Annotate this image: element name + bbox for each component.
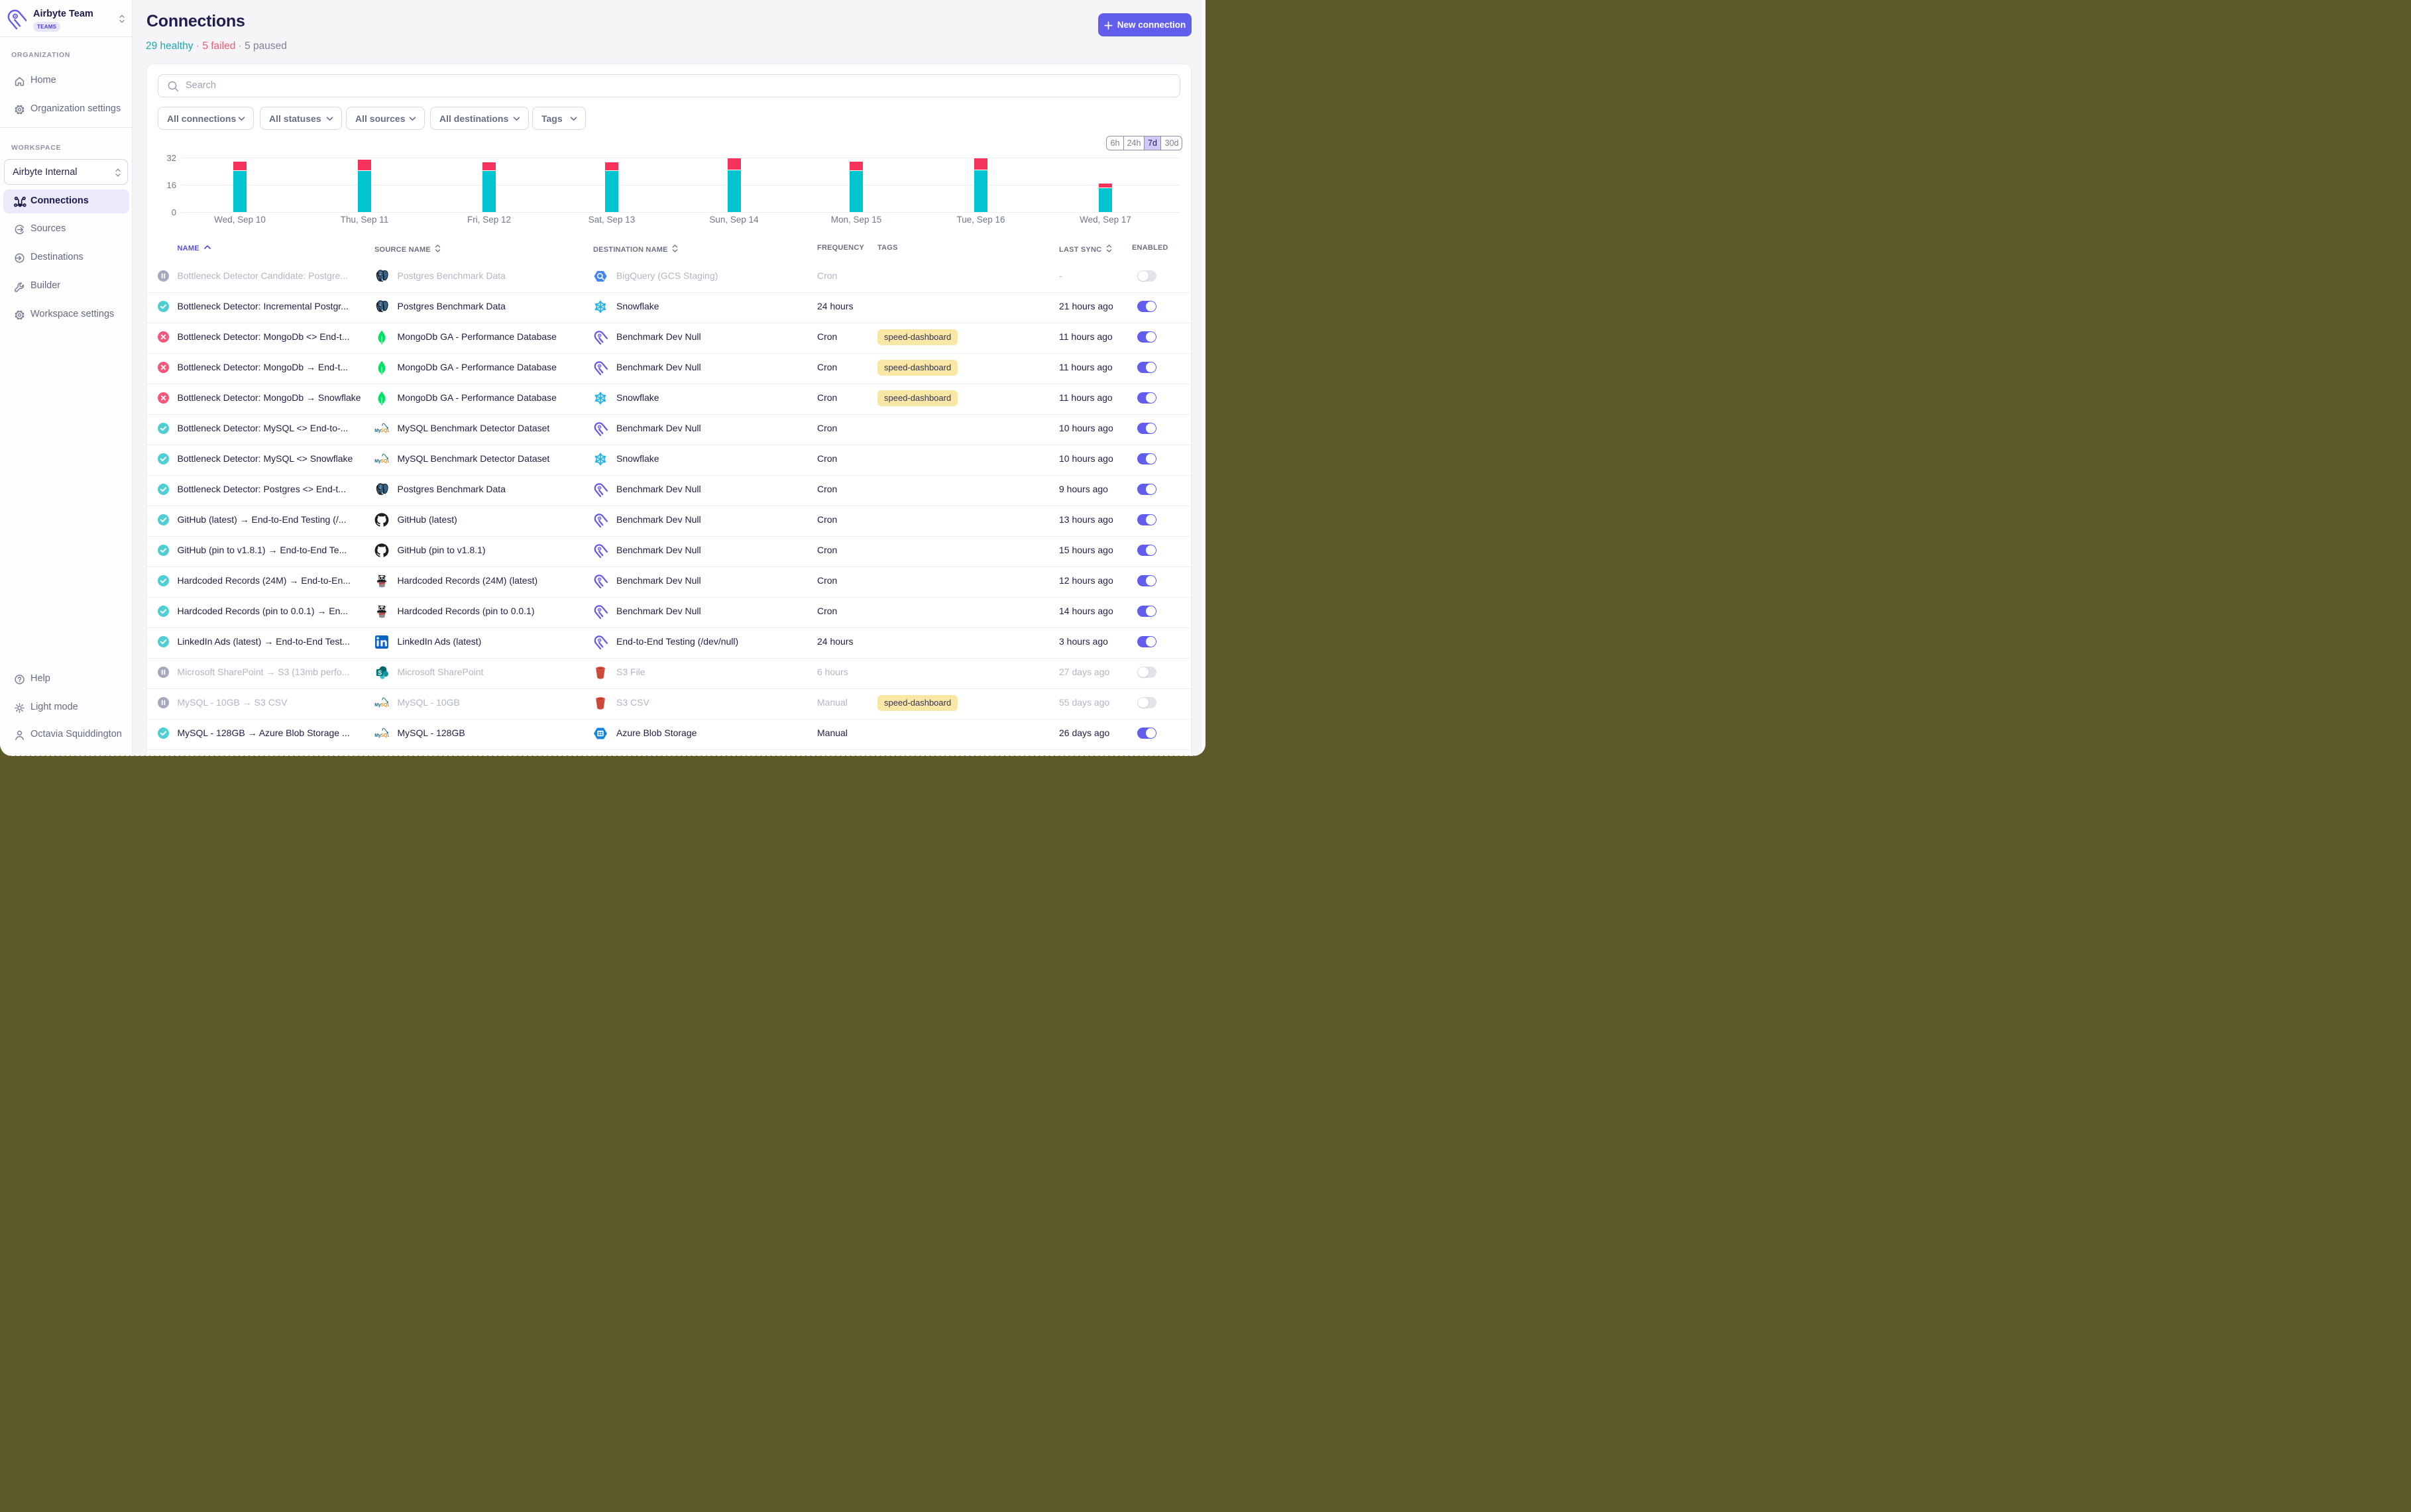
- svg-text:SQL: SQL: [380, 459, 389, 463]
- svg-text:SQL: SQL: [380, 733, 389, 737]
- svg-text:SQL: SQL: [380, 702, 389, 707]
- svg-text:SQL: SQL: [380, 428, 389, 433]
- svg-text:S: S: [378, 669, 382, 676]
